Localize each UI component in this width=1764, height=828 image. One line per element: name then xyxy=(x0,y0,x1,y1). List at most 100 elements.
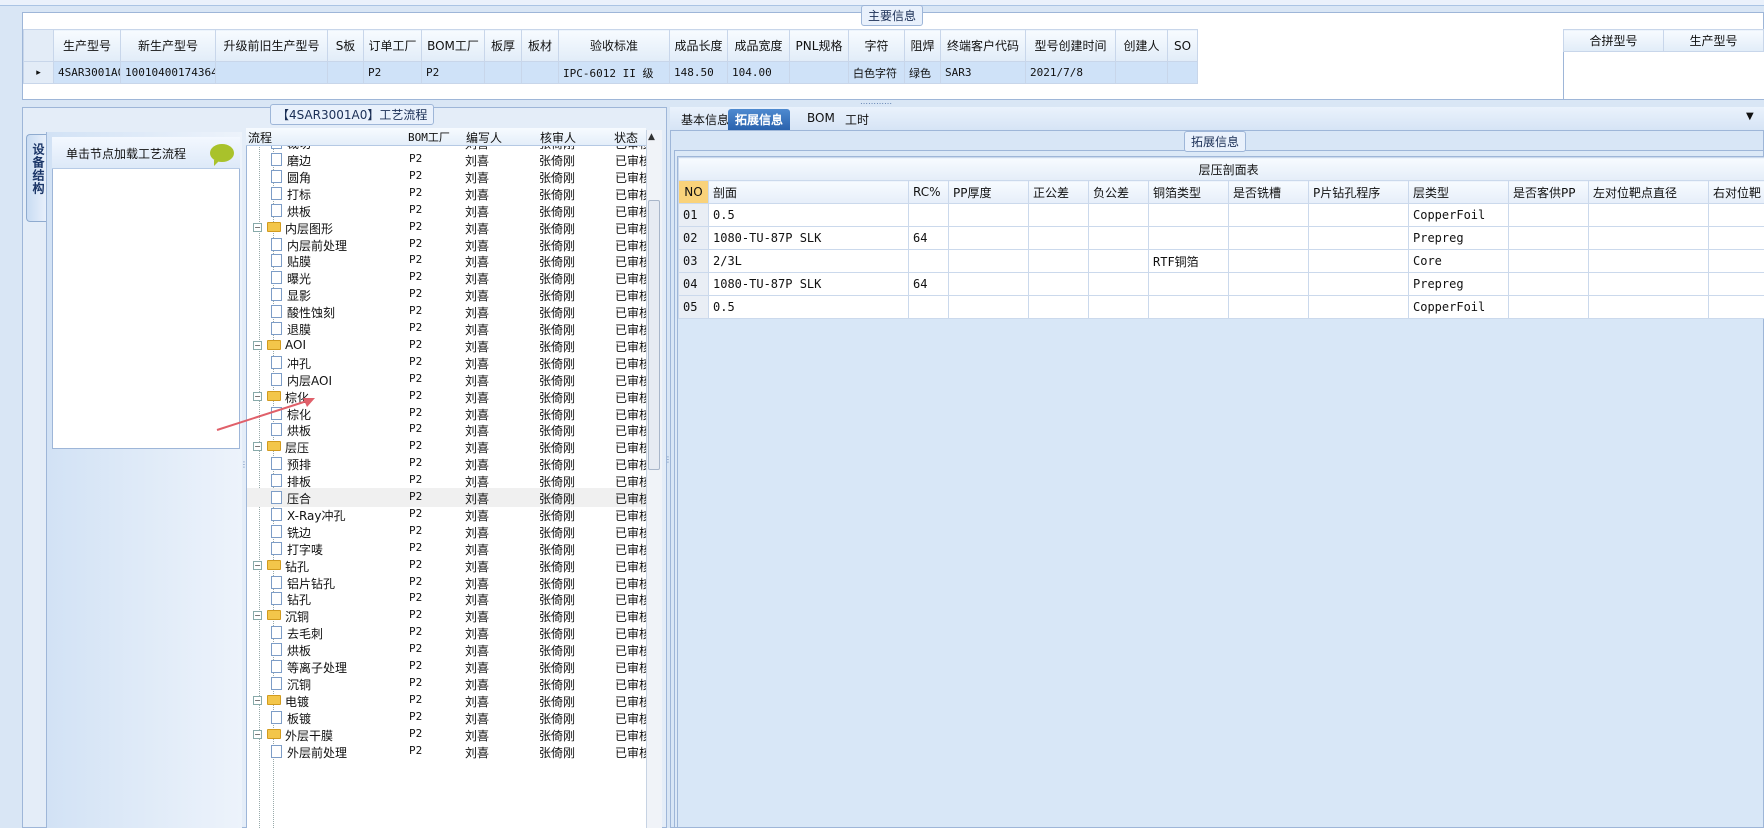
main-col-header[interactable]: SO xyxy=(1167,29,1198,62)
layer-cell[interactable] xyxy=(1508,272,1589,296)
layer-cell[interactable] xyxy=(1228,249,1309,273)
main-col-header[interactable]: 板厚 xyxy=(484,29,522,62)
layer-cell[interactable]: 64 xyxy=(908,226,949,250)
main-col-header[interactable]: 生产型号 xyxy=(53,29,121,62)
layer-cell[interactable] xyxy=(1508,249,1589,273)
layer-cell[interactable] xyxy=(1088,295,1149,319)
layer-cell[interactable] xyxy=(1228,203,1309,227)
layer-col-header[interactable]: P片钻孔程序 xyxy=(1308,180,1409,204)
main-cell[interactable]: IPC-6012 II 级 xyxy=(558,61,670,84)
collapse-icon[interactable]: − xyxy=(253,729,262,739)
main-cell[interactable] xyxy=(215,61,328,84)
layer-col-header[interactable]: 是否铣槽 xyxy=(1228,180,1309,204)
main-cell[interactable] xyxy=(789,61,849,84)
main-cell[interactable]: 10010400174364 xyxy=(120,61,216,84)
main-cell[interactable]: P2 xyxy=(421,61,485,84)
main-col-header[interactable]: 新生产型号 xyxy=(120,29,216,62)
layer-cell[interactable] xyxy=(1707,226,1764,250)
layer-cell[interactable] xyxy=(1308,272,1409,296)
layer-cell[interactable]: 0.5 xyxy=(708,203,909,227)
tab-1[interactable]: 拓展信息 xyxy=(728,109,791,130)
main-col-header[interactable]: 型号创建时间 xyxy=(1025,29,1116,62)
collapse-icon[interactable]: − xyxy=(253,611,262,621)
layer-col-header[interactable]: PP厚度 xyxy=(948,180,1029,204)
main-cell[interactable]: 4SAR3001A0 xyxy=(53,61,121,84)
layer-cell[interactable] xyxy=(1088,226,1149,250)
layer-row[interactable]: 04 1080-TU-87P SLK 64 Prepreg xyxy=(678,272,1764,296)
main-cell[interactable]: SAR3 xyxy=(940,61,1026,84)
collapse-icon[interactable]: − xyxy=(253,442,262,452)
layer-cell[interactable] xyxy=(1028,203,1089,227)
layer-cell[interactable]: 05 xyxy=(678,295,709,319)
layer-row[interactable]: 03 2/3L RTF铜箔 Core xyxy=(678,249,1764,273)
layer-cell[interactable] xyxy=(1308,295,1409,319)
layer-cell[interactable] xyxy=(1588,249,1709,273)
tab-3[interactable]: 工时 xyxy=(838,109,876,130)
center-splitter-handle[interactable]: ⋮ xyxy=(664,455,672,464)
layer-cell[interactable] xyxy=(1508,226,1589,250)
layer-cell[interactable] xyxy=(1707,272,1764,296)
layer-cell[interactable]: Prepreg xyxy=(1408,272,1509,296)
layer-cell[interactable]: CopperFoil xyxy=(1408,295,1509,319)
main-cell[interactable] xyxy=(484,61,522,84)
tree-step-row[interactable]: 外层前处理 P2 刘喜 张倚刚 已审核 xyxy=(247,742,646,761)
main-col-header[interactable]: 终端客户代码 xyxy=(940,29,1026,62)
main-col-header[interactable]: 创建人 xyxy=(1115,29,1168,62)
layer-cell[interactable]: 1080-TU-87P SLK xyxy=(708,226,909,250)
layer-cell[interactable]: 04 xyxy=(678,272,709,296)
layer-col-header[interactable]: NO xyxy=(678,180,709,204)
main-col-header[interactable]: 成品宽度 xyxy=(727,29,790,62)
main-cell[interactable] xyxy=(1167,61,1198,84)
tabs-dropdown-icon[interactable]: ▼ xyxy=(1746,111,1754,122)
grid-corner[interactable] xyxy=(23,29,54,62)
layer-cell[interactable] xyxy=(1707,249,1764,273)
layer-cell[interactable]: Prepreg xyxy=(1408,226,1509,250)
layer-cell[interactable] xyxy=(1028,272,1089,296)
main-cell[interactable] xyxy=(1115,61,1168,84)
left-splitter-handle[interactable]: ⋮ xyxy=(240,460,248,469)
layer-cell[interactable] xyxy=(908,295,949,319)
main-col-header[interactable]: 字符 xyxy=(848,29,905,62)
load-hint-header[interactable]: 单击节点加载工艺流程 xyxy=(52,137,240,169)
layer-cell[interactable] xyxy=(1308,249,1409,273)
tab-2[interactable]: BOM xyxy=(800,109,842,130)
layer-cell[interactable]: 03 xyxy=(678,249,709,273)
layer-cell[interactable]: 02 xyxy=(678,226,709,250)
layer-cell[interactable]: 1080-TU-87P SLK xyxy=(708,272,909,296)
layer-cell[interactable] xyxy=(1088,203,1149,227)
scroll-up-icon[interactable]: ▲ xyxy=(648,132,655,142)
layer-cell[interactable] xyxy=(1308,203,1409,227)
layer-col-header[interactable]: RC% xyxy=(908,180,949,204)
collapse-icon[interactable]: − xyxy=(253,560,262,570)
layer-cell[interactable] xyxy=(1028,295,1089,319)
layer-row[interactable]: 01 0.5 CopperFoil xyxy=(678,203,1764,227)
combined-col-header[interactable]: 生产型号 xyxy=(1663,29,1764,52)
main-col-header[interactable]: 订单工厂 xyxy=(363,29,422,62)
row-selector[interactable]: ▸ xyxy=(23,61,54,84)
layer-cell[interactable]: 0.5 xyxy=(708,295,909,319)
layer-cell[interactable] xyxy=(1508,203,1589,227)
layer-col-header[interactable]: 右对位靶 xyxy=(1707,180,1764,204)
collapse-icon[interactable]: − xyxy=(253,340,262,350)
layer-col-header[interactable]: 层类型 xyxy=(1408,180,1509,204)
top-splitter-handle[interactable]: ⋯⋯⋯⋯ xyxy=(860,99,892,108)
tab-0[interactable]: 基本信息 xyxy=(674,109,736,130)
layer-cell[interactable] xyxy=(908,249,949,273)
main-col-header[interactable]: PNL规格 xyxy=(789,29,849,62)
main-cell[interactable]: 104.00 xyxy=(727,61,790,84)
layer-cell[interactable] xyxy=(1707,203,1764,227)
layer-cell[interactable] xyxy=(1148,226,1229,250)
main-cell[interactable]: 绿色 xyxy=(904,61,941,84)
layer-cell[interactable] xyxy=(1228,226,1309,250)
collapse-icon[interactable]: − xyxy=(253,222,262,232)
main-col-header[interactable]: 阻焊 xyxy=(904,29,941,62)
layer-cell[interactable] xyxy=(1588,272,1709,296)
combined-col-header[interactable]: 合拼型号 xyxy=(1563,29,1664,52)
layer-col-header[interactable]: 是否客供PP xyxy=(1508,180,1589,204)
layer-cell[interactable] xyxy=(1588,295,1709,319)
layer-cell[interactable] xyxy=(948,226,1029,250)
layer-cell[interactable] xyxy=(1148,295,1229,319)
layer-cell[interactable]: 64 xyxy=(908,272,949,296)
collapse-icon[interactable]: − xyxy=(253,695,262,705)
main-col-header[interactable]: 板材 xyxy=(521,29,559,62)
